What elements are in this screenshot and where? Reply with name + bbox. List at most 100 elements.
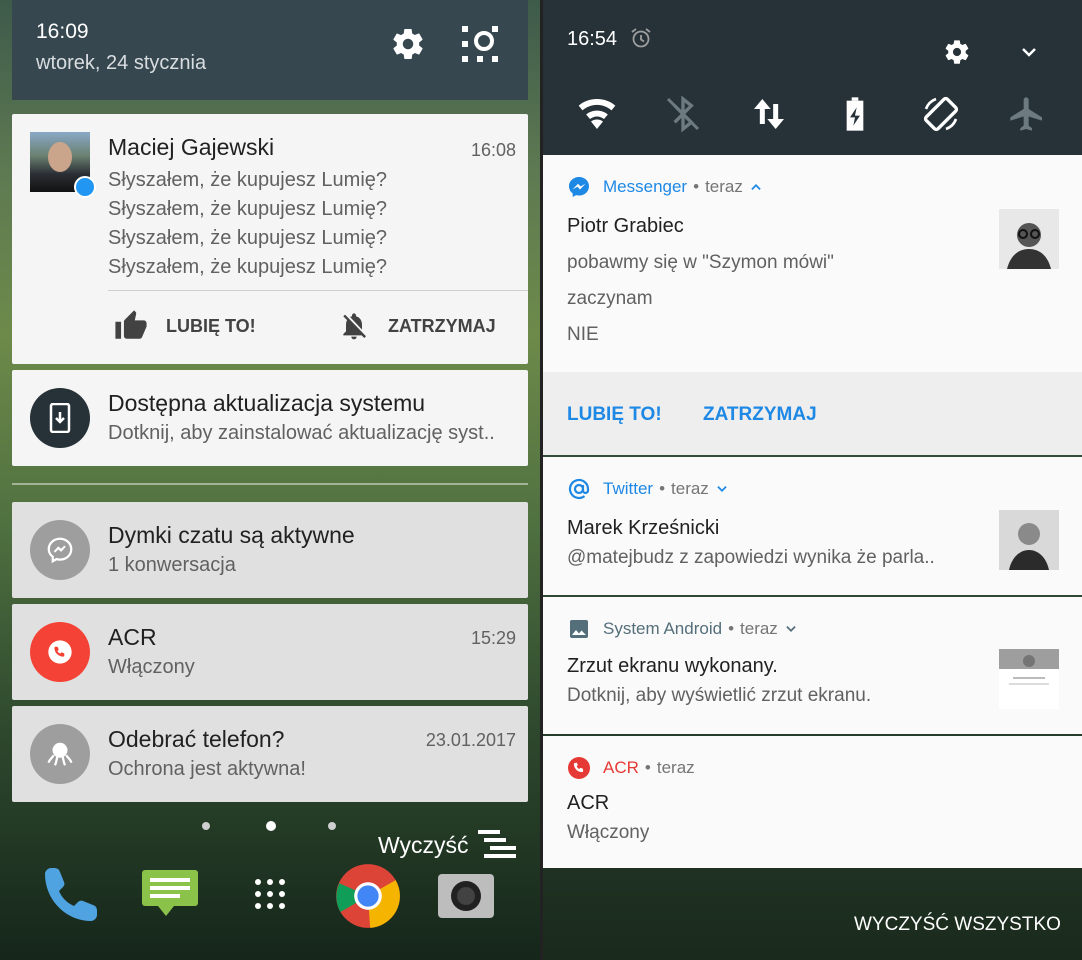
twitter-notification[interactable]: Twitter • teraz Marek Krześnicki @matejb… <box>543 457 1082 595</box>
mute-label: ZATRZYMAJ <box>388 315 496 336</box>
app-name: ACR <box>603 758 639 777</box>
notification-title: Dymki czatu są aktywne <box>108 522 355 548</box>
chat-heads-notification[interactable]: Dymki czatu są aktywne 1 konwersacja <box>12 502 528 598</box>
camera-icon[interactable] <box>434 862 498 926</box>
mute-button[interactable]: ZATRZYMAJ <box>338 304 496 348</box>
notification-title: Zrzut ekranu wykonany. <box>567 655 778 677</box>
messenger-notification[interactable]: Maciej Gajewski 16:08 Słyszałem, że kupu… <box>12 114 528 364</box>
quick-settings-icon[interactable] <box>462 26 498 62</box>
app-name: System Android <box>603 619 723 638</box>
acr-notification[interactable]: ACR • teraz ACR Włączony <box>543 736 1082 868</box>
like-label: LUBIĘ TO! <box>166 315 256 336</box>
mute-button[interactable]: ZATRZYMAJ <box>703 404 817 426</box>
notification-time: 23.01.2017 <box>425 730 516 750</box>
phone-icon[interactable] <box>40 862 104 926</box>
data-icon[interactable] <box>749 94 789 134</box>
clear-all-button[interactable]: WYCZYŚĆ WSZYSTKO <box>854 914 1061 936</box>
notification-title: Dostępna aktualizacja systemu <box>108 390 426 416</box>
notification-time: teraz <box>740 619 778 638</box>
messenger-icon <box>74 176 96 198</box>
notification-title: ACR <box>567 792 610 814</box>
notification-body: 1 konwersacja <box>108 554 236 576</box>
notification-title: Piotr Grabiec <box>567 215 684 237</box>
left-panel: 16:09 wtorek, 24 stycznia Maciej Gajewsk… <box>0 0 540 960</box>
notification-body: Włączony <box>108 656 195 678</box>
notification-time: teraz <box>671 479 709 498</box>
notification-body: Włączony <box>567 822 650 843</box>
notification-time: 15:29 <box>470 628 516 648</box>
message-line: Słyszałem, że kupujesz Lumię? <box>108 256 388 278</box>
notification-title: ACR <box>108 624 157 650</box>
notification-app-row: System Android • teraz <box>567 617 798 641</box>
messages-icon[interactable] <box>138 862 202 926</box>
screenshot-thumbnail <box>999 649 1059 709</box>
at-sign-icon <box>568 478 590 500</box>
app-name: Twitter <box>603 479 654 498</box>
notification-title: Maciej Gajewski <box>108 134 275 160</box>
wifi-icon[interactable] <box>577 94 617 134</box>
notification-body: Ochrona jest aktywna! <box>108 758 306 780</box>
message-line: pobawmy się w "Szymon mówi" <box>567 252 834 273</box>
notification-time: 16:08 <box>470 140 516 160</box>
notification-app-row: Messenger • teraz <box>567 175 763 199</box>
message-line: zaczynam <box>567 288 653 309</box>
system-update-icon <box>30 388 90 448</box>
right-panel: 16:54 Messenger • teraz Piotr Grabiec po… <box>543 0 1082 960</box>
message-line: NIE <box>567 324 599 345</box>
divider <box>108 290 528 291</box>
octopus-icon <box>30 724 90 784</box>
clear-all-button[interactable]: Wyczyść <box>378 832 469 859</box>
auto-rotate-icon[interactable] <box>921 94 961 134</box>
clock: 16:54 <box>567 28 618 50</box>
notification-time: teraz <box>705 177 743 196</box>
notification-body: @matejbudz z zapowiedzi wynika że parla.… <box>567 547 935 568</box>
chevron-down-icon[interactable] <box>784 622 798 636</box>
chevron-up-icon[interactable] <box>749 180 763 194</box>
like-button[interactable]: LUBIĘ TO! <box>567 404 662 426</box>
gear-icon[interactable] <box>943 38 971 66</box>
date: wtorek, 24 stycznia <box>36 52 207 74</box>
alarm-icon <box>631 28 651 48</box>
gear-icon[interactable] <box>390 26 426 62</box>
message-line: Słyszałem, że kupujesz Lumię? <box>108 227 388 249</box>
call-protection-notification[interactable]: Odebrać telefon? Ochrona jest aktywna! 2… <box>12 706 528 802</box>
chrome-icon[interactable] <box>334 862 402 930</box>
messenger-icon <box>30 520 90 580</box>
phone-record-icon <box>30 622 90 682</box>
like-button[interactable]: LUBIĘ TO! <box>114 304 256 348</box>
notification-time: teraz <box>656 758 695 777</box>
airplane-icon[interactable] <box>1007 94 1047 134</box>
app-drawer-icon[interactable] <box>238 862 302 926</box>
notification-body: Dotknij, aby wyświetlić zrzut ekranu. <box>567 685 872 706</box>
notification-shade-header: 16:09 wtorek, 24 stycznia <box>12 0 528 100</box>
thumbs-up-icon <box>115 310 147 339</box>
notification-title: Marek Krześnicki <box>567 517 720 539</box>
notification-app-row: Twitter • teraz <box>567 477 729 501</box>
notification-actions: LUBIĘ TO! ZATRZYMAJ <box>543 372 1082 455</box>
battery-saver-icon[interactable] <box>835 94 875 134</box>
separator: • <box>644 758 651 777</box>
chevron-down-icon[interactable] <box>715 482 729 496</box>
divider <box>12 483 528 485</box>
messenger-icon <box>569 177 589 197</box>
image-icon <box>570 620 588 638</box>
message-line: Słyszałem, że kupujesz Lumię? <box>108 169 388 191</box>
notification-app-row: ACR • teraz <box>567 756 695 780</box>
message-line: Słyszałem, że kupujesz Lumię? <box>108 198 388 220</box>
bell-off-icon <box>343 313 366 340</box>
avatar <box>999 209 1059 269</box>
notification-title: Odebrać telefon? <box>108 726 285 752</box>
bluetooth-icon[interactable] <box>663 94 703 134</box>
separator: • <box>728 619 735 638</box>
app-name: Messenger <box>603 177 688 196</box>
screenshot-notification[interactable]: System Android • teraz Zrzut ekranu wyko… <box>543 597 1082 734</box>
chevron-down-icon[interactable] <box>1017 40 1041 64</box>
separator: • <box>693 177 700 196</box>
clock: 16:09 <box>36 20 89 43</box>
acr-notification[interactable]: ACR Włączony 15:29 <box>12 604 528 700</box>
messenger-notification[interactable]: Messenger • teraz Piotr Grabiec pobawmy … <box>543 155 1082 455</box>
notification-body: Słyszałem, że kupujesz Lumię? Słyszałem,… <box>108 166 387 282</box>
notification-body: Dotknij, aby zainstalować aktualizację s… <box>108 422 495 444</box>
clear-all-icon[interactable] <box>478 830 516 858</box>
system-update-notification[interactable]: Dostępna aktualizacja systemu Dotknij, a… <box>12 370 528 466</box>
